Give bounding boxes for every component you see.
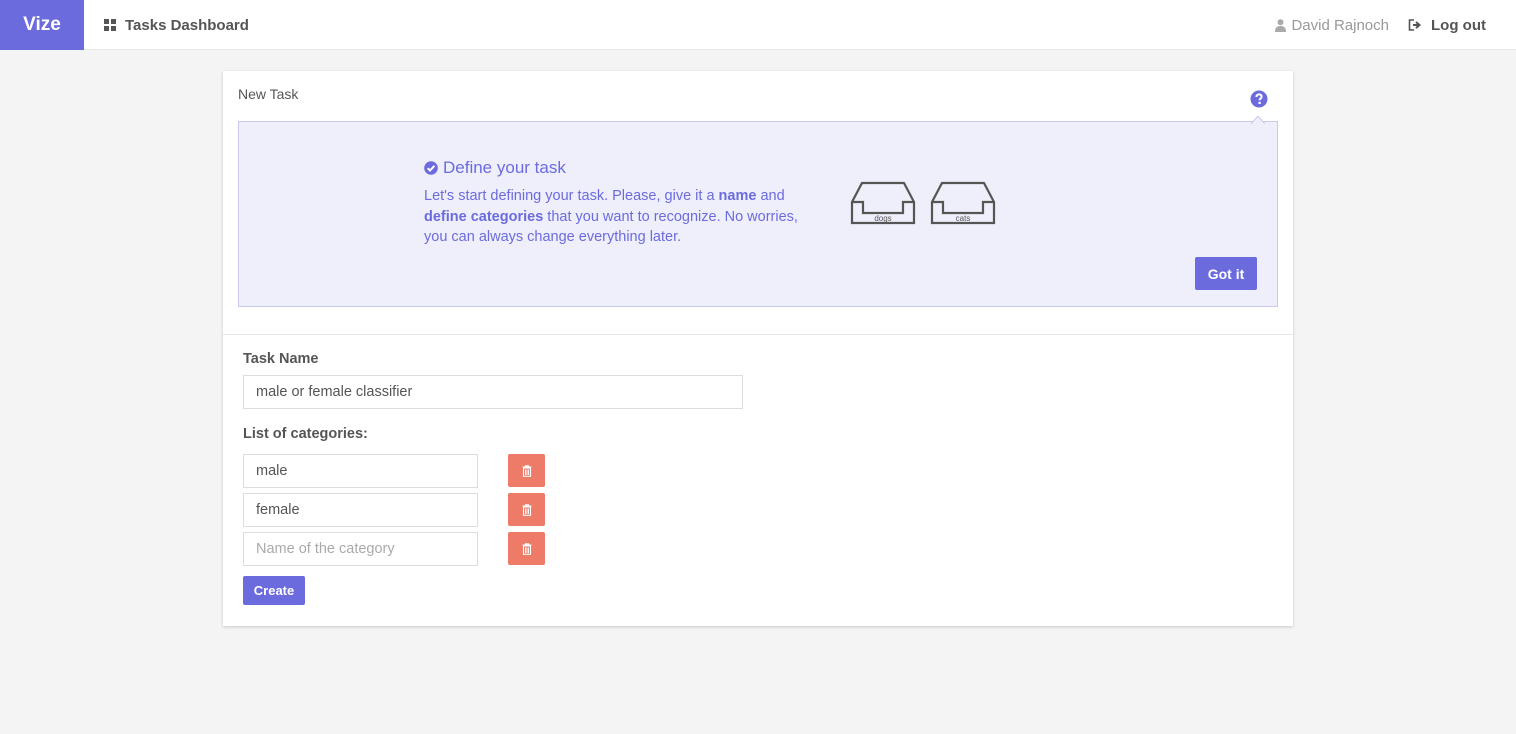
trash-icon — [522, 542, 531, 555]
trash-icon — [522, 464, 531, 477]
help-info-box: Define your task Let's start defining yo… — [238, 121, 1278, 307]
info-text: Let's start defining your task. Please, … — [424, 188, 798, 245]
task-name-label: Task Name — [243, 351, 319, 367]
question-circle-icon[interactable] — [1250, 90, 1268, 108]
logout-label: Log out — [1431, 16, 1486, 34]
inbox-tray-icon: cats — [930, 181, 996, 225]
info-title-text: Define your task — [443, 158, 566, 177]
trash-icon — [522, 503, 531, 516]
brand-logo[interactable]: Vize — [0, 0, 84, 50]
inbox-tray-icon: dogs — [850, 181, 916, 225]
category-input[interactable] — [243, 532, 478, 566]
info-title: Define your task — [424, 158, 566, 178]
check-circle-icon — [424, 161, 438, 175]
sign-out-icon — [1408, 19, 1422, 31]
user-icon — [1275, 18, 1287, 32]
grid-icon — [104, 19, 116, 31]
user-name: David Rajnoch — [1291, 16, 1389, 34]
task-name-input[interactable] — [243, 375, 743, 409]
tray-label: dogs — [874, 214, 891, 223]
got-it-button[interactable]: Got it — [1195, 257, 1257, 290]
create-button[interactable]: Create — [243, 576, 305, 605]
tasks-dashboard-link[interactable]: Tasks Dashboard — [104, 0, 249, 50]
top-navbar: Vize Tasks Dashboard David Rajnoch Log o… — [0, 0, 1516, 50]
new-task-panel: New Task Define your task Let's start de… — [223, 71, 1293, 626]
user-menu[interactable]: David Rajnoch — [1275, 0, 1389, 50]
delete-category-button[interactable] — [508, 454, 545, 487]
delete-category-button[interactable] — [508, 532, 545, 565]
category-input[interactable] — [243, 454, 478, 488]
panel-title: New Task — [238, 86, 299, 102]
section-divider — [223, 334, 1293, 335]
tray-label: cats — [956, 214, 971, 223]
tooltip-arrow — [1251, 116, 1265, 124]
tasks-dashboard-label: Tasks Dashboard — [125, 16, 249, 34]
logout-link[interactable]: Log out — [1408, 0, 1486, 50]
category-input[interactable] — [243, 493, 478, 527]
delete-category-button[interactable] — [508, 493, 545, 526]
categories-label: List of categories: — [243, 426, 368, 442]
